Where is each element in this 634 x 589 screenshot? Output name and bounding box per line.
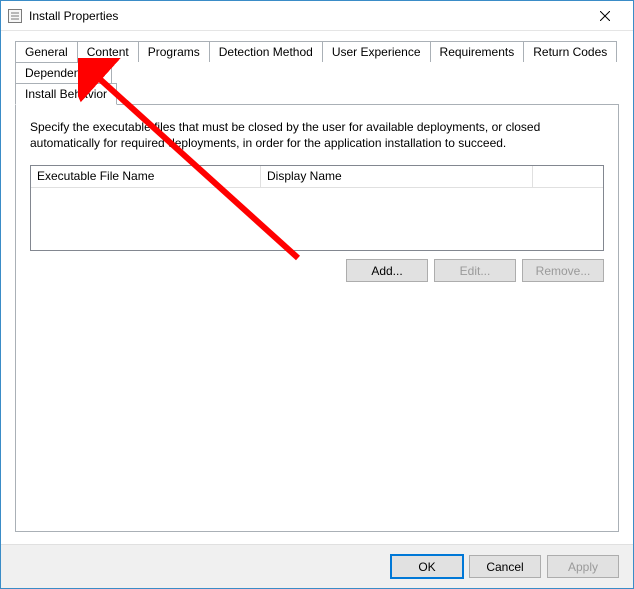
edit-button: Edit... (434, 259, 516, 282)
tab-panel-install-behavior: Specify the executable files that must b… (15, 104, 619, 532)
client-area: General Content Programs Detection Metho… (1, 31, 633, 544)
tab-strip: General Content Programs Detection Metho… (15, 41, 619, 104)
tab-detection-method[interactable]: Detection Method (209, 41, 323, 62)
col-display-name[interactable]: Display Name (261, 166, 533, 187)
list-header: Executable File Name Display Name (31, 166, 603, 188)
tab-dependencies[interactable]: Dependencies (15, 62, 112, 83)
tab-user-experience[interactable]: User Experience (322, 41, 431, 62)
app-icon (7, 8, 23, 24)
window-title: Install Properties (29, 9, 585, 23)
tab-install-behavior[interactable]: Install Behavior (15, 83, 117, 105)
tab-programs[interactable]: Programs (138, 41, 210, 62)
panel-description: Specify the executable files that must b… (30, 119, 604, 151)
tab-return-codes[interactable]: Return Codes (523, 41, 617, 62)
dialog-button-bar: OK Cancel Apply (1, 544, 633, 588)
col-empty[interactable] (533, 166, 603, 187)
tab-content[interactable]: Content (77, 41, 139, 62)
list-body[interactable] (31, 188, 603, 250)
tab-requirements[interactable]: Requirements (430, 41, 525, 62)
col-executable-file-name[interactable]: Executable File Name (31, 166, 261, 187)
cancel-button[interactable]: Cancel (469, 555, 541, 578)
add-button[interactable]: Add... (346, 259, 428, 282)
install-properties-dialog: Install Properties General Content Progr… (0, 0, 634, 589)
ok-button[interactable]: OK (391, 555, 463, 578)
titlebar: Install Properties (1, 1, 633, 31)
tab-general[interactable]: General (15, 41, 78, 62)
executables-list[interactable]: Executable File Name Display Name (30, 165, 604, 251)
remove-button: Remove... (522, 259, 604, 282)
apply-button: Apply (547, 555, 619, 578)
list-buttons: Add... Edit... Remove... (30, 259, 604, 282)
close-button[interactable] (585, 2, 625, 30)
